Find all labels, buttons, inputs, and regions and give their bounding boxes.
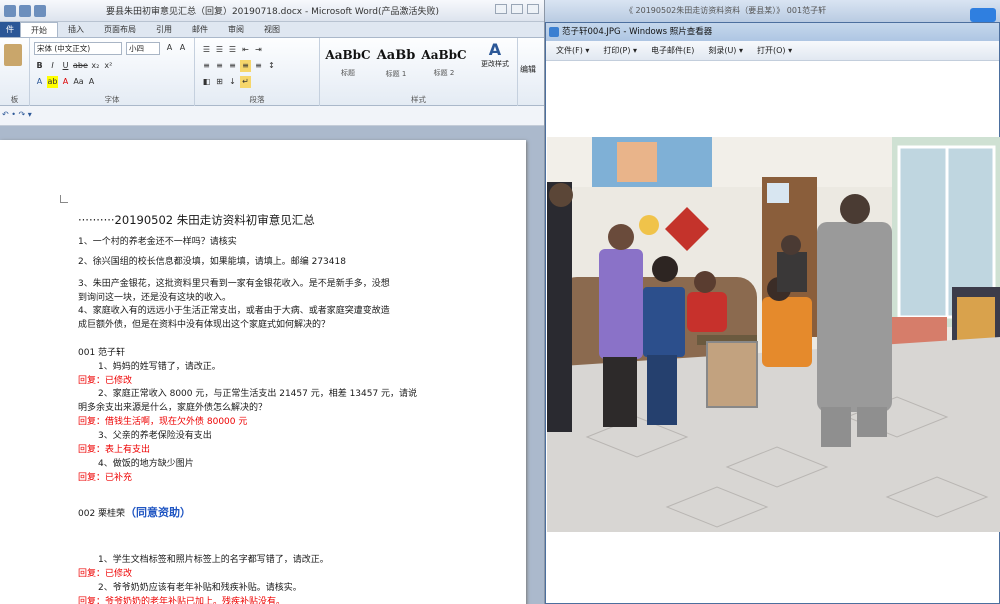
decrease-indent-icon[interactable]: ⇤ (240, 44, 251, 56)
word-window: 要县朱田初审意见汇总（回复）20190718.docx - Microsoft … (0, 0, 545, 604)
crop-mark (60, 195, 68, 203)
char-shading-icon[interactable]: A (86, 76, 97, 88)
doc-item: 到询问这一块，还是没有这块的收入。 (78, 293, 232, 303)
doc-item: 1、一个村的养老金还不一样吗？请核实 (78, 237, 237, 247)
case-item: 2、家庭正常收入 8000 元，与正常生活支出 21457 元，相差 13457… (98, 389, 418, 399)
reply-text: 回复：表上有支出 (78, 445, 151, 455)
case-item: 3、父亲的养老保险没有支出 (98, 431, 212, 441)
align-right-icon[interactable]: ≡ (227, 60, 238, 72)
bullets-icon[interactable]: ☰ (201, 44, 212, 56)
reply-text: 回复：借钱生活啊，现在欠外债 80000 元 (78, 417, 248, 427)
tab-review[interactable]: 审阅 (218, 22, 254, 37)
tab-file[interactable]: 件 (0, 22, 20, 37)
close-icon[interactable] (527, 4, 539, 14)
increase-indent-icon[interactable]: ⇥ (253, 44, 264, 56)
font-name-combo[interactable]: 宋体 (中文正文) (34, 42, 122, 55)
tab-view[interactable]: 视图 (254, 22, 290, 37)
photo-image[interactable] (547, 137, 1000, 532)
underline-button[interactable]: U (60, 60, 71, 72)
highlight-icon[interactable]: ab (47, 76, 58, 88)
shading-icon[interactable]: ◧ (201, 76, 212, 88)
align-center-icon[interactable]: ≡ (214, 60, 225, 72)
borders-icon[interactable]: ⊞ (214, 76, 225, 88)
font-size-combo[interactable]: 小四 (126, 42, 160, 55)
edit-button[interactable]: 编辑 (520, 64, 536, 75)
photo-viewer-icon (549, 27, 559, 37)
case-item: 明多余支出来源是什么，家庭外债怎么解决的？ (78, 403, 268, 413)
viewer-canvas (546, 61, 1000, 603)
tab-home[interactable]: 开始 (20, 22, 58, 37)
font-group: 宋体 (中文正文) 小四 AA B I U abe x₂ x² Aab A Aa A … (30, 38, 195, 106)
case-item: 2、爷爷奶奶应该有老年补贴和残疾补贴。请核实。 (98, 583, 302, 593)
shrink-font-icon[interactable]: A (177, 42, 188, 54)
menu-email[interactable]: 电子邮件(E) (651, 45, 694, 56)
sort-icon[interactable]: ↓ (227, 76, 238, 88)
undo-redo-row[interactable]: ↶ • ↷ ▾ (2, 110, 32, 119)
reply-text: 回复：已修改 (78, 376, 133, 386)
window-title: 要县朱田初审意见汇总（回复）20190718.docx - Microsoft … (105, 7, 440, 17)
superscript-button[interactable]: x² (103, 60, 114, 72)
change-styles-button[interactable]: A 更改样式 (474, 40, 516, 69)
photo-viewer-window: 范子轩004.JPG - Windows 照片查看器 文件(F) ▾ 打印(P)… (545, 22, 1000, 604)
ribbon: 板 宋体 (中文正文) 小四 AA B I U abe x₂ x² Aab A Aa… (0, 38, 544, 106)
menu-print[interactable]: 打印(P) ▾ (603, 45, 637, 56)
menu-burn[interactable]: 刻录(U) ▾ (708, 45, 743, 56)
menu-file[interactable]: 文件(F) ▾ (556, 45, 589, 56)
menu-open[interactable]: 打开(O) ▾ (757, 45, 792, 56)
change-styles-icon: A (488, 40, 502, 59)
doc-item: 4、家庭收入有的远远小于生活正常支出，或者由于大病、或者家庭突遭变故造 (78, 306, 390, 316)
minimize-icon[interactable] (495, 4, 507, 14)
tab-layout[interactable]: 页面布局 (94, 22, 146, 37)
doc-item: 2、徐兴国组的校长信息都没填，如果能填，请填上。邮编 273418 (78, 257, 346, 267)
case-item: 1、妈妈的姓写错了，请改正。 (98, 362, 221, 372)
text-effects-icon[interactable]: A (34, 76, 45, 88)
justify-icon[interactable]: ≡ (240, 60, 251, 72)
case-item: 1、学生文档标签和照片标签上的名字都写错了，请改正。 (98, 555, 329, 565)
case-label: 001 范子轩 (78, 348, 126, 358)
numbering-icon[interactable]: ☰ (214, 44, 225, 56)
case-item: 4、做饭的地方缺少图片 (98, 459, 194, 469)
strikethrough-button[interactable]: abe (73, 60, 88, 72)
subscript-button[interactable]: x₂ (90, 60, 101, 72)
word-titlebar: 要县朱田初审意见汇总（回复）20190718.docx - Microsoft … (0, 0, 544, 22)
align-left-icon[interactable]: ≡ (201, 60, 212, 72)
reply-text: 回复：已补充 (78, 473, 133, 483)
styles-group: AaBbC 标题 AaBb 标题 1 AaBbC 标题 2 A 更改样式 样式 (320, 38, 518, 106)
reply-text: 回复：爷爷奶奶的老年补贴已加上。残疾补贴没有。 (78, 597, 286, 604)
style-title[interactable]: AaBbC 标题 (324, 42, 372, 86)
maximize-icon[interactable] (511, 4, 523, 14)
case-label: 002 栗桂荣（同意资助） (78, 506, 192, 519)
grow-font-icon[interactable]: A (164, 42, 175, 54)
tab-insert[interactable]: 插入 (58, 22, 94, 37)
reply-text: 回复：已修改 (78, 569, 133, 579)
doc-item: 成巨额外债，但是在资料中没有体现出这个家庭式如何解决的？ (78, 320, 331, 330)
doc-heading: ··········20190502 朱田走访资料初审意见汇总 (78, 213, 315, 227)
document-page[interactable]: ··········20190502 朱田走访资料初审意见汇总 1、一个村的养老… (0, 140, 526, 604)
distribute-icon[interactable]: ≡ (253, 60, 264, 72)
viewer-titlebar: 范子轩004.JPG - Windows 照片查看器 (546, 23, 999, 41)
tab-references[interactable]: 引用 (146, 22, 182, 37)
ribbon-tabs: 件 开始 插入 页面布局 引用 邮件 审阅 视图 (0, 22, 544, 38)
paragraph-group: ☰ ☰ ☰ ⇤ ⇥ ≡ ≡ ≡ ≡ ≡ ↕ ◧ ⊞ ↓ ↵ 段落 (195, 38, 320, 106)
doc-item: 3、朱田产金银花，这批资料里只看到一家有金银花收入。是不是新手多，没想 (78, 279, 390, 289)
italic-button[interactable]: I (47, 60, 58, 72)
cloud-icon[interactable] (970, 8, 996, 22)
multilevel-icon[interactable]: ☰ (227, 44, 238, 56)
style-heading2[interactable]: AaBbC 标题 2 (420, 42, 468, 86)
ruler (0, 106, 544, 126)
style-heading1[interactable]: AaBb 标题 1 (372, 42, 420, 86)
viewer-menu: 文件(F) ▾ 打印(P) ▾ 电子邮件(E) 刻录(U) ▾ 打开(O) ▾ (546, 41, 999, 61)
line-spacing-icon[interactable]: ↕ (266, 60, 277, 72)
bold-button[interactable]: B (34, 60, 45, 72)
background-window-strip: 《 20190502朱田走访资料资料（要县某）》 001范子轩 (545, 0, 1000, 22)
change-case-icon[interactable]: Aa (73, 76, 84, 88)
font-color-icon[interactable]: A (60, 76, 71, 88)
approval-tag: （同意资助） (125, 506, 192, 519)
paste-icon[interactable] (4, 44, 22, 66)
show-marks-icon[interactable]: ↵ (240, 76, 251, 88)
tab-mailings[interactable]: 邮件 (182, 22, 218, 37)
clipboard-group: 板 (0, 38, 30, 106)
